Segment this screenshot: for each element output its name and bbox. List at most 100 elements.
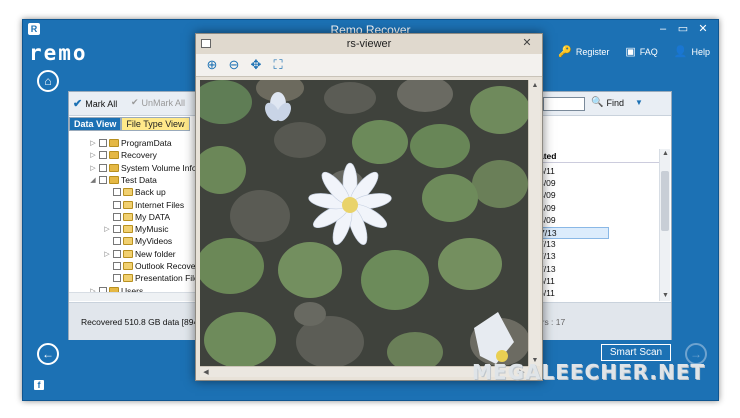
fit-icon[interactable]: ✥ bbox=[248, 57, 264, 73]
date-column: ated 6/11 4/09 4/09 4/09 4/09 7/13 7/13 7/13 7/1… bbox=[539, 149, 659, 322]
tree-expander-icon[interactable]: ▷ bbox=[103, 250, 111, 258]
file-list-scrollbar[interactable]: ▲ ▼ bbox=[659, 149, 670, 301]
close-button[interactable]: ✕ bbox=[694, 22, 712, 36]
tree-item-label: Outlook Recover bbox=[135, 261, 197, 271]
water-lily-photo bbox=[200, 80, 528, 366]
tree-item[interactable]: ◢ Test Data bbox=[89, 174, 157, 186]
viewer-scroll-up-icon[interactable]: ▲ bbox=[529, 80, 541, 91]
find-options-dropdown-icon[interactable]: ▼ bbox=[635, 98, 643, 107]
home-button[interactable]: ⌂ bbox=[37, 70, 59, 92]
viewer-vertical-scrollbar[interactable]: ▲ ▼ bbox=[528, 80, 540, 366]
tree-item-label: Presentation File bbox=[135, 273, 197, 284]
uncheck-icon: ✔ bbox=[131, 97, 139, 107]
tab-file-type-view[interactable]: File Type View bbox=[121, 117, 190, 131]
folder-tree: ▷ ProgramData ▷ Recovery ▷ System Volume Info… bbox=[69, 131, 197, 292]
facebook-icon[interactable]: f bbox=[34, 380, 44, 390]
date-column-header[interactable]: ated bbox=[539, 149, 659, 163]
tree-item[interactable]: Back up bbox=[103, 186, 166, 198]
tree-checkbox[interactable] bbox=[99, 151, 107, 160]
tree-checkbox[interactable] bbox=[113, 237, 121, 246]
tree-checkbox[interactable] bbox=[113, 200, 121, 209]
tree-expander-icon[interactable]: ▷ bbox=[89, 164, 97, 172]
scroll-down-icon[interactable]: ▼ bbox=[660, 291, 671, 301]
watermark-text: MEGALEECHER.NET bbox=[472, 360, 706, 384]
recovered-status: Recovered 510.8 GB data [8947 bbox=[81, 317, 203, 327]
folder-icon bbox=[123, 262, 133, 270]
tree-checkbox[interactable] bbox=[113, 249, 121, 258]
faq-label: FAQ bbox=[639, 46, 658, 57]
key-icon: 🔑 bbox=[558, 46, 572, 58]
tree-item-label: Internet Files bbox=[135, 199, 185, 210]
folder-icon bbox=[109, 175, 119, 184]
register-label: Register bbox=[575, 46, 610, 57]
help-link[interactable]: 👤 Help bbox=[674, 45, 710, 58]
folder-icon bbox=[109, 163, 119, 172]
tree-checkbox[interactable] bbox=[99, 175, 107, 184]
tree-expander-icon[interactable]: ◢ bbox=[89, 176, 97, 184]
tree-expander-icon[interactable]: ▷ bbox=[89, 139, 97, 147]
tree-expander-icon[interactable]: ▷ bbox=[89, 151, 97, 159]
tree-item[interactable]: ▷ MyMusic bbox=[103, 223, 169, 235]
tree-item[interactable]: ▷ New folder bbox=[103, 248, 175, 260]
tree-horizontal-scrollbar[interactable] bbox=[69, 292, 197, 301]
tree-item-label: MyMusic bbox=[135, 224, 169, 235]
tree-checkbox[interactable] bbox=[113, 188, 121, 197]
folder-icon bbox=[109, 151, 119, 160]
tree-checkbox[interactable] bbox=[99, 163, 107, 172]
scroll-up-icon[interactable]: ▲ bbox=[660, 149, 671, 159]
tree-item[interactable]: ▷ Users bbox=[89, 285, 143, 292]
viewer-title: rs-viewer bbox=[346, 38, 392, 50]
scroll-thumb[interactable] bbox=[661, 171, 669, 231]
tree-item[interactable]: ▷ ProgramData bbox=[89, 137, 171, 149]
mark-all-label: Mark All bbox=[85, 98, 118, 109]
search-icon: 🔍 bbox=[591, 97, 604, 108]
unmark-all-label: UnMark All bbox=[141, 97, 186, 108]
user-icon: 👤 bbox=[673, 46, 688, 58]
tree-item[interactable]: MyVideos bbox=[103, 235, 172, 247]
faq-link[interactable]: ▣ FAQ bbox=[625, 45, 657, 58]
register-link[interactable]: 🔑 Register bbox=[558, 45, 609, 58]
tree-item[interactable]: Outlook Recover bbox=[103, 260, 197, 272]
remo-logo: remo bbox=[29, 41, 88, 65]
tree-item-label: My DATA bbox=[135, 211, 171, 222]
tree-item[interactable]: My DATA bbox=[103, 211, 170, 223]
find-button[interactable]: 🔍 Find bbox=[591, 97, 624, 108]
viewer-close-button[interactable]: ✕ bbox=[520, 37, 534, 50]
tree-item[interactable]: ▷ System Volume Info bbox=[89, 162, 197, 174]
arrow-right-icon: → bbox=[690, 347, 702, 361]
folder-icon bbox=[123, 225, 133, 234]
fullscreen-icon[interactable]: ⛶ bbox=[270, 57, 286, 73]
viewer-toolbar: ⊕ ⊖ ✥ ⛶ bbox=[196, 54, 542, 77]
mark-all-button[interactable]: ✔ Mark All bbox=[73, 97, 117, 110]
unmark-all-button[interactable]: ✔ UnMark All bbox=[131, 97, 185, 108]
arrow-left-icon: ← bbox=[42, 347, 54, 361]
folder-icon bbox=[123, 274, 133, 283]
viewer-title-bar: rs-viewer ✕ bbox=[196, 34, 542, 54]
viewer-scroll-left-icon[interactable]: ◀ bbox=[200, 367, 212, 378]
maximize-button[interactable]: ▭ bbox=[674, 22, 692, 36]
tree-expander-icon[interactable]: ▷ bbox=[103, 225, 111, 233]
search-input[interactable] bbox=[543, 97, 585, 111]
back-button[interactable]: ← bbox=[37, 343, 59, 365]
tree-item[interactable]: ▷ Recovery bbox=[89, 149, 157, 161]
tree-checkbox[interactable] bbox=[113, 262, 121, 270]
minimize-button[interactable]: – bbox=[654, 22, 672, 36]
tree-checkbox[interactable] bbox=[113, 212, 121, 221]
view-tabs: Data View File Type View bbox=[69, 117, 190, 131]
tree-checkbox[interactable] bbox=[113, 225, 121, 234]
window-controls: – ▭ ✕ bbox=[654, 22, 712, 36]
file-row-date[interactable]: 7/13 bbox=[539, 227, 609, 239]
tab-data-view[interactable]: Data View bbox=[69, 117, 122, 131]
tree-item[interactable]: Presentation File bbox=[103, 272, 197, 284]
tree-checkbox[interactable] bbox=[99, 139, 107, 147]
find-label: Find bbox=[606, 97, 624, 108]
tree-checkbox[interactable] bbox=[113, 274, 121, 283]
tree-item[interactable]: Internet Files bbox=[103, 199, 184, 211]
folder-icon bbox=[123, 249, 133, 258]
help-label: Help bbox=[691, 46, 710, 57]
tree-item-label: Recovery bbox=[121, 150, 157, 161]
zoom-in-icon[interactable]: ⊕ bbox=[204, 57, 220, 73]
zoom-out-icon[interactable]: ⊖ bbox=[226, 57, 242, 73]
tree-item-label: System Volume Info bbox=[121, 162, 197, 173]
smart-scan-button[interactable]: Smart Scan bbox=[601, 344, 671, 361]
